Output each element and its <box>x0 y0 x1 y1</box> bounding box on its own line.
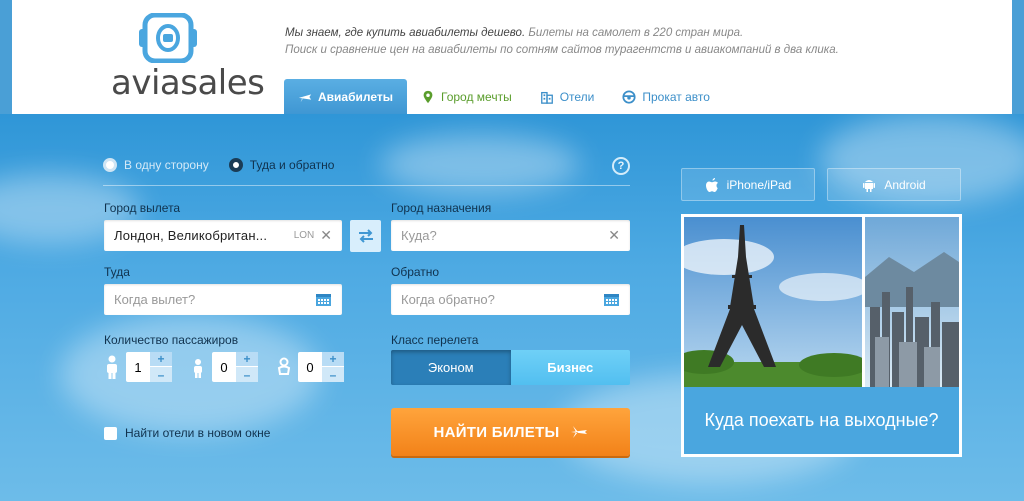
infants-minus-button[interactable]: – <box>322 367 344 382</box>
swap-cities-button[interactable] <box>350 220 381 252</box>
economy-button[interactable]: Эконом <box>391 350 511 385</box>
tab-dream-city[interactable]: Город мечты <box>407 79 526 114</box>
children-count[interactable]: 0 <box>212 352 236 382</box>
tagline-line2: Поиск и сравнение цен на авиабилеты по с… <box>285 44 839 56</box>
one-way-radio[interactable]: В одну сторону <box>103 158 209 172</box>
tagline-rest: Билеты на самолет в 220 стран мира. <box>525 27 744 39</box>
tabs: Авиабилеты Город мечты Отели Прокат авто <box>284 79 724 114</box>
children-plus-button[interactable]: + <box>236 352 258 367</box>
infants-stepper: 0 + – <box>276 352 344 382</box>
map-pin-icon <box>423 90 433 103</box>
destination-field[interactable]: Куда? ✕ <box>391 220 630 251</box>
brand-name[interactable]: aviasales <box>111 63 265 103</box>
business-button[interactable]: Бизнес <box>510 350 630 385</box>
adults-plus-button[interactable]: + <box>150 352 172 367</box>
radio-dot-selected <box>228 158 243 172</box>
tab-dream-city-label: Город мечты <box>441 89 512 104</box>
origin-label: Город вылета <box>104 201 181 215</box>
flight-class-label: Класс перелета <box>391 333 479 347</box>
steering-wheel-icon <box>622 89 636 104</box>
calendar-icon[interactable] <box>315 292 332 307</box>
building-icon <box>540 91 553 104</box>
tagline-bold: Мы знаем, где купить авиабилеты дешево. <box>285 27 526 39</box>
help-icon[interactable]: ? <box>612 157 630 175</box>
depart-label: Туда <box>104 265 130 279</box>
depart-date-field[interactable]: Когда вылет? <box>104 284 342 315</box>
destination-placeholder: Куда? <box>401 228 437 243</box>
radio-dot <box>103 158 117 172</box>
ios-app-button[interactable]: iPhone/iPad <box>681 168 815 201</box>
flight-class-toggle: Эконом Бизнес <box>391 350 630 385</box>
hotels-checkbox-label: Найти отели в новом окне <box>125 426 271 440</box>
child-icon <box>194 359 202 378</box>
promo-caption: Куда поехать на выходные? <box>684 387 959 454</box>
tagline: Мы знаем, где купить авиабилеты дешево. … <box>285 25 839 59</box>
aviasales-logo-icon[interactable] <box>137 13 199 63</box>
origin-field[interactable]: Лондон, Великобритан... LON ✕ <box>104 220 342 251</box>
android-icon <box>863 179 876 192</box>
return-date-field[interactable]: Когда обратно? <box>391 284 630 315</box>
android-app-button[interactable]: Android <box>827 168 961 201</box>
tab-flights-label: Авиабилеты <box>318 89 393 104</box>
search-tickets-button[interactable]: НАЙТИ БИЛЕТЫ <box>391 408 630 456</box>
search-button-label: НАЙТИ БИЛЕТЫ <box>433 423 560 441</box>
tab-flights[interactable]: Авиабилеты <box>284 79 407 114</box>
round-trip-label: Туда и обратно <box>249 158 335 172</box>
weekend-promo-banner[interactable]: Куда поехать на выходные? <box>681 214 962 457</box>
swap-icon <box>358 229 373 243</box>
infant-icon <box>277 357 291 375</box>
one-way-label: В одну сторону <box>124 158 209 172</box>
hotels-checkbox[interactable] <box>104 426 117 440</box>
destination-label: Город назначения <box>391 201 492 215</box>
calendar-icon[interactable] <box>603 292 620 307</box>
children-minus-button[interactable]: – <box>236 367 258 382</box>
round-trip-radio[interactable]: Туда и обратно <box>228 158 335 172</box>
hotels-checkbox-row[interactable]: Найти отели в новом окне <box>104 426 270 440</box>
trip-type-group: В одну сторону Туда и обратно <box>103 158 334 172</box>
adults-count[interactable]: 1 <box>126 352 150 382</box>
plane-icon <box>298 93 312 102</box>
tab-hotels[interactable]: Отели <box>526 79 609 114</box>
passengers-label: Количество пассажиров <box>104 333 239 347</box>
adults-stepper: 1 + – <box>104 352 172 382</box>
adults-minus-button[interactable]: – <box>150 367 172 382</box>
infants-plus-button[interactable]: + <box>322 352 344 367</box>
infants-count[interactable]: 0 <box>298 352 322 382</box>
origin-code: LON <box>293 230 315 241</box>
return-label: Обратно <box>391 265 440 279</box>
divider <box>103 185 630 186</box>
depart-placeholder: Когда вылет? <box>114 292 196 307</box>
android-label: Android <box>884 177 926 192</box>
children-stepper: 0 + – <box>190 352 258 382</box>
return-placeholder: Когда обратно? <box>401 292 495 307</box>
tab-car-rental[interactable]: Прокат авто <box>608 79 724 114</box>
tab-car-rental-label: Прокат авто <box>642 89 710 104</box>
header: aviasales Мы знаем, где купить авиабилет… <box>0 0 1024 114</box>
ios-label: iPhone/iPad <box>726 177 792 192</box>
clear-origin-icon[interactable]: ✕ <box>320 227 332 244</box>
promo-image <box>684 217 959 387</box>
origin-value: Лондон, Великобритан... <box>114 228 268 243</box>
adult-icon <box>107 355 117 379</box>
plane-icon <box>570 426 587 438</box>
apple-icon <box>705 177 718 192</box>
tab-hotels-label: Отели <box>559 89 595 104</box>
clear-destination-icon[interactable]: ✕ <box>608 227 620 244</box>
